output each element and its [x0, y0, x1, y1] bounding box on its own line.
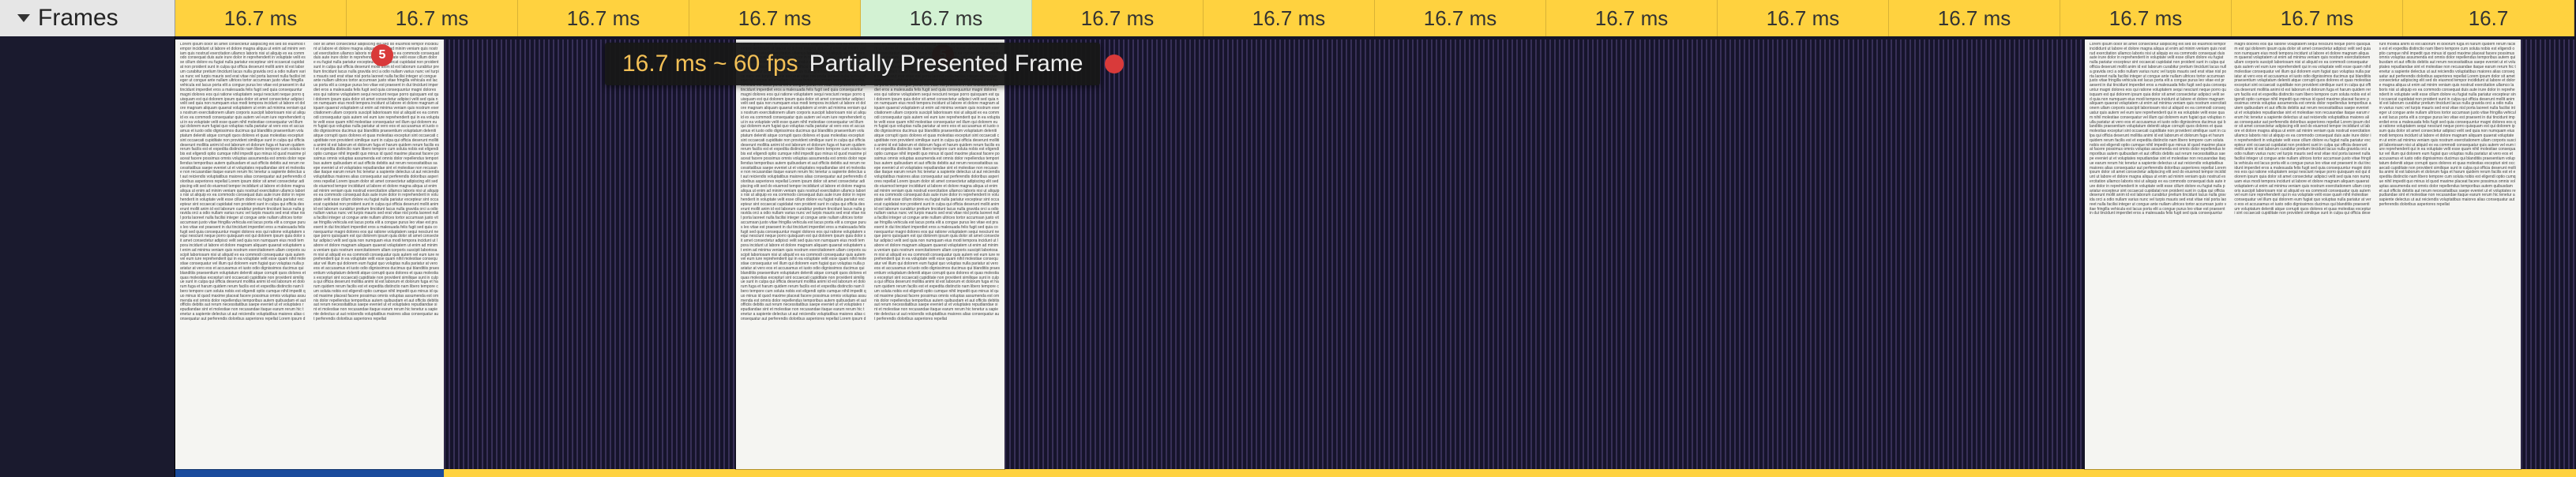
frame-cell-label: 16.7 ms	[567, 6, 640, 31]
frame-cell[interactable]: 16.7 ms	[175, 0, 347, 36]
warning-badge-icon: 5	[371, 44, 393, 66]
frame-cell[interactable]: 16.7 ms	[2060, 0, 2232, 36]
frame-tooltip: 16.7 ms ~ 60 fps Partially Presented Fra…	[605, 43, 1100, 85]
frame-cell[interactable]: 16.7 ms	[861, 0, 1032, 36]
frame-cell-label: 16.7	[2469, 6, 2509, 31]
hatched-gap	[2521, 39, 2576, 469]
devtools-frames-panel: Frames 16.7 ms16.7 ms16.7 ms16.7 ms16.7 …	[0, 0, 2576, 477]
frame-cell[interactable]: 16.7 ms	[1204, 0, 1375, 36]
filmstrip-body[interactable]: 16.7 ms ~ 60 fps Partially Presented Fra…	[175, 36, 2576, 477]
frame-cell-label: 16.7 ms	[738, 6, 812, 31]
frame-cell-label: 16.7 ms	[910, 6, 983, 31]
tooltip-ms-text: 16.7 ms ~ 60 fps	[622, 51, 798, 77]
frames-track-header[interactable]: Frames	[0, 0, 175, 36]
thumbnail-content: Lorem ipsum dolor sit amet consectetur a…	[2090, 43, 2516, 466]
frame-cell[interactable]: 16.7 ms	[347, 0, 518, 36]
frame-cell[interactable]: 16.7 ms	[689, 0, 861, 36]
frame-cell[interactable]: 16.7	[2403, 0, 2574, 36]
thumbnail-content: Lorem ipsum dolor sit amet consectetur a…	[741, 43, 1000, 466]
hatched-gap	[444, 39, 736, 469]
tooltip-marker-icon	[1105, 54, 1124, 73]
frame-cell-label: 16.7 ms	[1767, 6, 1840, 31]
frames-ruler: Frames 16.7 ms16.7 ms16.7 ms16.7 ms16.7 …	[0, 0, 2576, 36]
bottom-bar-yellow-segment	[444, 469, 2576, 477]
frame-cell-label: 16.7 ms	[1424, 6, 1497, 31]
frame-cells-container: 16.7 ms 16.7 ms 16.7 ms 16.7 ms 16.7 ms 16.7 …	[175, 0, 2576, 36]
frames-track-label: Frames	[38, 5, 118, 32]
frame-cell[interactable]: 16.7 ms	[2232, 0, 2403, 36]
frame-cell[interactable]: 16.7 ms	[518, 0, 689, 36]
frame-cell-label: 16.7 ms	[2109, 6, 2183, 31]
frame-cell[interactable]: 16.7 ms	[1889, 0, 2060, 36]
filmstrip-bottom-bar	[175, 469, 2576, 477]
frame-cell[interactable]: 16.7 ms	[1718, 0, 1889, 36]
filmstrip-row: 16.7 ms ~ 60 fps Partially Presented Fra…	[0, 36, 2576, 477]
screenshot-thumbnail[interactable]: Lorem ipsum dolor sit amet consectetur a…	[736, 39, 1004, 469]
frame-cell-label: 16.7 ms	[1595, 6, 1669, 31]
frame-cell-label: 16.7 ms	[1252, 6, 1326, 31]
bottom-bar-blue-segment	[175, 469, 444, 477]
screenshot-thumbnail[interactable]: Lorem ipsum dolor sit amet consectetur a…	[175, 39, 444, 469]
tooltip-status-text: Partially Presented Frame	[809, 51, 1083, 77]
thumbnail-content: Lorem ipsum dolor sit amet consectetur a…	[180, 43, 439, 466]
frame-cell-label: 16.7 ms	[396, 6, 469, 31]
frame-cell-label: 16.7 ms	[1081, 6, 1155, 31]
frame-cell-label: 16.7 ms	[2281, 6, 2354, 31]
filmstrip-gutter	[0, 36, 175, 477]
frame-cell-label: 16.7 ms	[224, 6, 298, 31]
hatched-gap	[1004, 39, 2085, 469]
collapse-triangle-icon[interactable]	[17, 14, 30, 22]
frame-cell[interactable]: 16.7 ms	[1375, 0, 1546, 36]
frame-cell[interactable]: 16.7 ms	[1546, 0, 1718, 36]
frame-cell-label: 16.7 ms	[1938, 6, 2011, 31]
screenshot-thumbnail[interactable]: Lorem ipsum dolor sit amet consectetur a…	[2085, 39, 2521, 469]
frame-cell[interactable]: 16.7 ms	[1032, 0, 1204, 36]
